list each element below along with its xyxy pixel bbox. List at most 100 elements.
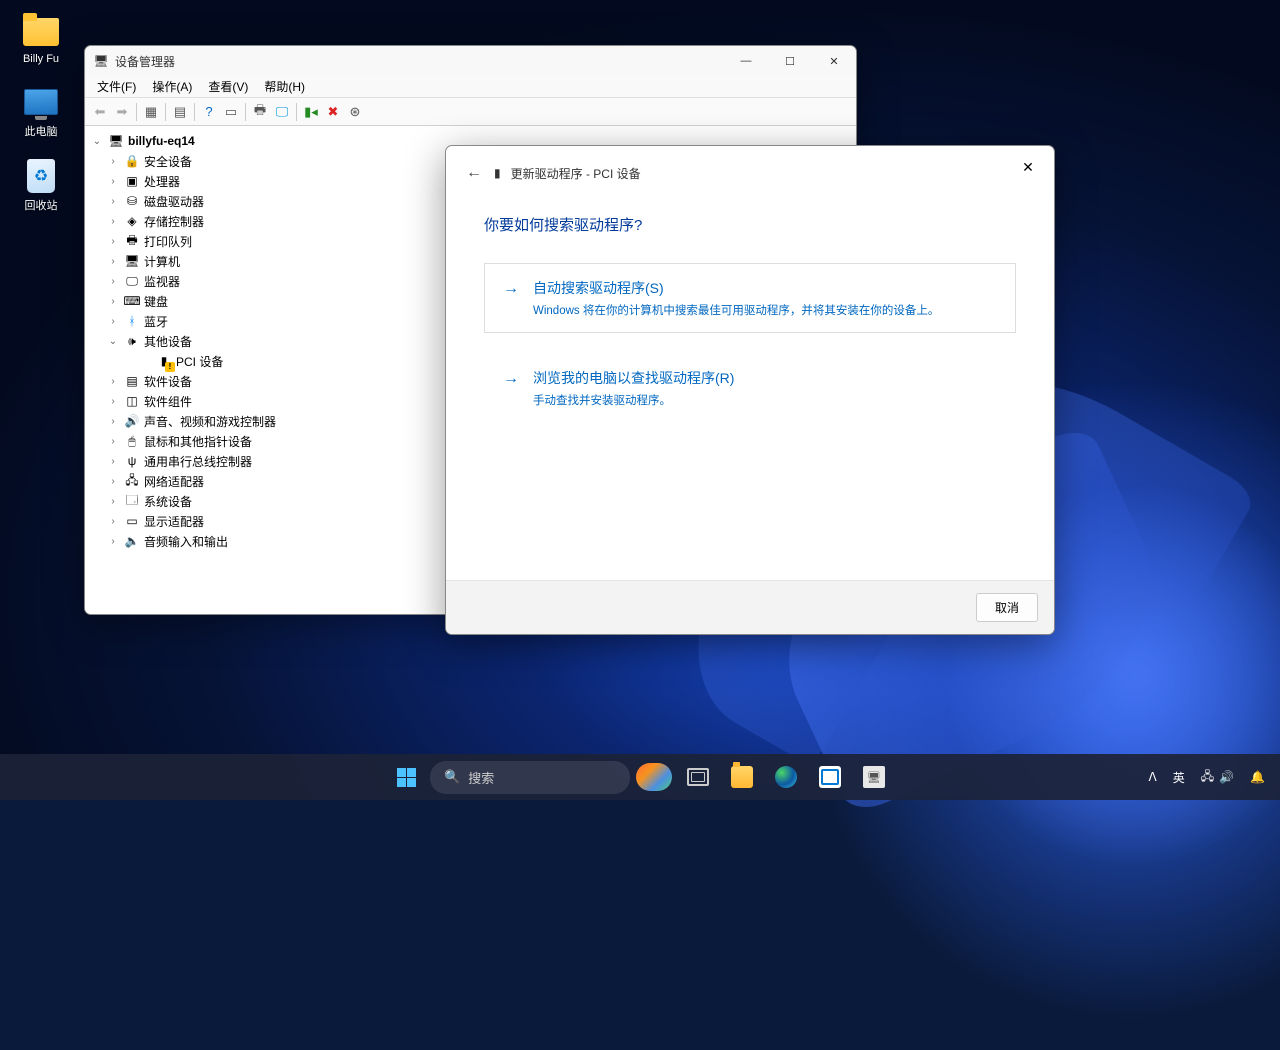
computer-icon: 🖥 xyxy=(108,133,124,149)
category-icon: ◫ xyxy=(124,393,140,409)
dialog-close-button[interactable]: ✕ xyxy=(1008,152,1048,182)
category-icon: 🖥 xyxy=(124,253,140,269)
expand-icon[interactable]: › xyxy=(106,296,120,307)
taskview-icon xyxy=(687,768,709,786)
category-icon: 🖱 xyxy=(124,433,140,449)
tray-notifications[interactable]: 🔔 xyxy=(1243,765,1272,789)
recyclebin-icon xyxy=(22,157,60,195)
tool-showall[interactable]: ▦ xyxy=(140,101,162,123)
expand-icon[interactable]: › xyxy=(106,196,120,207)
titlebar[interactable]: 🖥 设备管理器 — ☐ ✕ xyxy=(85,46,856,76)
volume-icon: 🔊 xyxy=(1219,770,1234,784)
expand-icon[interactable]: › xyxy=(106,536,120,547)
start-button[interactable] xyxy=(386,757,426,797)
taskbar-store[interactable] xyxy=(810,757,850,797)
desktop-icon-userfolder[interactable]: Billy Fu xyxy=(10,10,72,68)
other-device-icon: 🕪 xyxy=(124,333,140,349)
tool-options[interactable]: ▭ xyxy=(220,101,242,123)
desktop-icon-thispc[interactable]: 此电脑 xyxy=(10,80,72,142)
expand-icon[interactable]: › xyxy=(106,436,120,447)
tool-back[interactable]: ⬅ xyxy=(89,101,111,123)
collapse-icon[interactable]: ⌄ xyxy=(106,336,120,347)
windows-logo-icon xyxy=(397,768,416,787)
window-title: 设备管理器 xyxy=(115,53,175,70)
expand-icon[interactable]: › xyxy=(106,276,120,287)
bell-icon: 🔔 xyxy=(1250,770,1265,784)
widgets-icon xyxy=(636,763,672,791)
option-browse-computer[interactable]: → 浏览我的电脑以查找驱动程序(R) 手动查找并安装驱动程序。 xyxy=(484,353,1016,423)
taskbar-edge[interactable] xyxy=(766,757,806,797)
tool-update[interactable]: 🖵 xyxy=(271,101,293,123)
category-icon: 🗔 xyxy=(124,493,140,509)
network-icon: 🖧 xyxy=(1201,767,1214,788)
tool-properties[interactable]: ▤ xyxy=(169,101,191,123)
cancel-button[interactable]: 取消 xyxy=(976,593,1038,622)
dialog-heading: 你要如何搜索驱动程序? xyxy=(484,214,1016,235)
expand-icon[interactable]: › xyxy=(106,156,120,167)
search-icon: 🔍 xyxy=(444,769,460,785)
tray-overflow[interactable]: ᐱ xyxy=(1141,765,1163,789)
device-chip-icon: ▮ xyxy=(494,166,501,180)
expand-icon[interactable]: › xyxy=(106,236,120,247)
widgets-button[interactable] xyxy=(634,757,674,797)
minimize-button[interactable]: — xyxy=(724,46,768,76)
expand-icon[interactable]: › xyxy=(106,416,120,427)
menubar: 文件(F) 操作(A) 查看(V) 帮助(H) xyxy=(85,76,856,98)
category-icon: 🔈 xyxy=(124,533,140,549)
maximize-button[interactable]: ☐ xyxy=(768,46,812,76)
arrow-right-icon: → xyxy=(503,280,519,318)
menu-file[interactable]: 文件(F) xyxy=(89,76,144,97)
expand-icon[interactable]: › xyxy=(106,176,120,187)
tool-scanchanges[interactable]: ⊛ xyxy=(344,101,366,123)
menu-view[interactable]: 查看(V) xyxy=(200,76,256,97)
taskbar: 🔍 搜索 🖥 ᐱ 英 🖧 🔊 🔔 xyxy=(0,754,1280,800)
expand-icon[interactable]: › xyxy=(106,476,120,487)
category-icon: ⛁ xyxy=(124,193,140,209)
category-icon: ▭ xyxy=(124,513,140,529)
expand-icon[interactable]: › xyxy=(106,516,120,527)
taskbar-file-explorer[interactable] xyxy=(722,757,762,797)
expand-icon[interactable]: › xyxy=(106,216,120,227)
tool-forward[interactable]: ➡ xyxy=(111,101,133,123)
expand-icon[interactable]: › xyxy=(106,396,120,407)
taskbar-device-manager[interactable]: 🖥 xyxy=(854,757,894,797)
devmgr-icon: 🖥 xyxy=(863,766,885,788)
expand-icon[interactable]: › xyxy=(106,376,120,387)
dialog-title: 更新驱动程序 - PCI 设备 xyxy=(511,165,641,182)
category-icon: 🖧 xyxy=(124,473,140,489)
desktop-icons: Billy Fu 此电脑 回收站 xyxy=(10,10,72,216)
menu-action[interactable]: 操作(A) xyxy=(144,76,200,97)
tray-network-volume[interactable]: 🖧 🔊 xyxy=(1194,762,1241,793)
category-icon: 🔊 xyxy=(124,413,140,429)
edge-icon xyxy=(775,766,797,788)
category-icon: 🔒 xyxy=(124,153,140,169)
desktop-icon-recyclebin[interactable]: 回收站 xyxy=(10,154,72,216)
back-button[interactable]: ← xyxy=(460,160,484,186)
expand-icon[interactable]: › xyxy=(106,496,120,507)
update-driver-dialog: ✕ ← ▮ 更新驱动程序 - PCI 设备 你要如何搜索驱动程序? → 自动搜索… xyxy=(445,145,1055,635)
arrow-right-icon: → xyxy=(503,370,519,408)
close-button[interactable]: ✕ xyxy=(812,46,856,76)
category-icon: 🖵 xyxy=(124,273,140,289)
category-icon: 🖶 xyxy=(124,233,140,249)
task-view-button[interactable] xyxy=(678,757,718,797)
toolbar: ⬅ ➡ ▦ ▤ ? ▭ 🖶 🖵 ▮◂ ✖ ⊛ xyxy=(85,98,856,126)
file-explorer-icon xyxy=(731,766,753,788)
pc-icon xyxy=(22,83,60,121)
expand-icon[interactable]: › xyxy=(106,256,120,267)
tool-uninstall[interactable]: ✖ xyxy=(322,101,344,123)
tray-ime[interactable]: 英 xyxy=(1166,764,1192,791)
category-icon: ◈ xyxy=(124,213,140,229)
collapse-icon[interactable]: ⌄ xyxy=(90,136,104,147)
taskbar-search[interactable]: 🔍 搜索 xyxy=(430,761,630,794)
folder-icon xyxy=(22,13,60,51)
category-icon: ▤ xyxy=(124,373,140,389)
expand-icon[interactable]: › xyxy=(106,316,120,327)
expand-icon[interactable]: › xyxy=(106,456,120,467)
tool-help[interactable]: ? xyxy=(198,101,220,123)
option-auto-search[interactable]: → 自动搜索驱动程序(S) Windows 将在你的计算机中搜索最佳可用驱动程序… xyxy=(484,263,1016,333)
tool-scan[interactable]: 🖶 xyxy=(249,101,271,123)
category-icon: ⌨ xyxy=(124,293,140,309)
menu-help[interactable]: 帮助(H) xyxy=(256,76,313,97)
tool-enable[interactable]: ▮◂ xyxy=(300,101,322,123)
